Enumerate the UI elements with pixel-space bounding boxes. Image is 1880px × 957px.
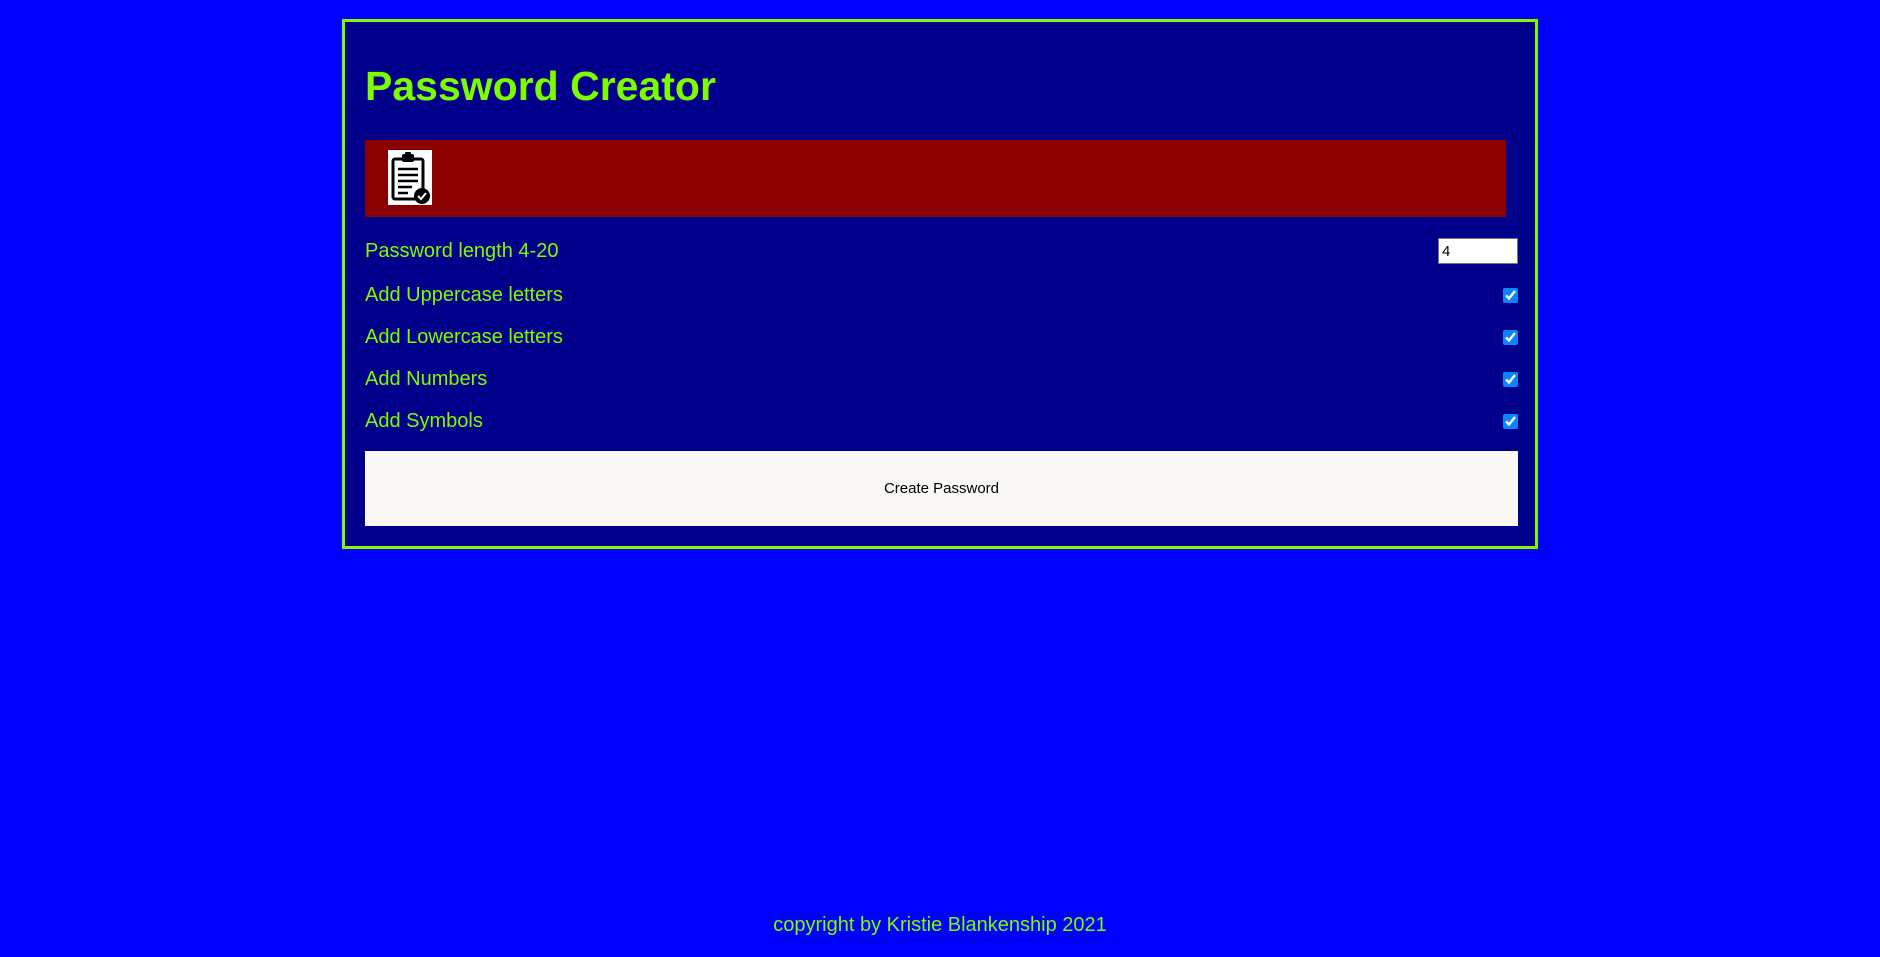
- symbols-checkbox[interactable]: [1503, 413, 1518, 429]
- length-row: Password length 4-20: [365, 236, 1518, 266]
- uppercase-checkbox[interactable]: [1503, 287, 1518, 303]
- clipboard-check-icon: [391, 151, 430, 204]
- page-title: Password Creator: [365, 63, 716, 109]
- lowercase-row: Add Lowercase letters: [365, 322, 1518, 352]
- uppercase-label: Add Uppercase letters: [365, 283, 563, 306]
- lowercase-label: Add Lowercase letters: [365, 325, 563, 348]
- numbers-row: Add Numbers: [365, 364, 1518, 394]
- symbols-label: Add Symbols: [365, 409, 483, 432]
- lowercase-checkbox[interactable]: [1503, 329, 1518, 345]
- uppercase-row: Add Uppercase letters: [365, 280, 1518, 310]
- footer-copyright: copyright by Kristie Blankenship 2021: [773, 914, 1107, 936]
- password-result-bar: [365, 140, 1506, 217]
- numbers-checkbox[interactable]: [1503, 371, 1518, 387]
- length-label: Password length 4-20: [365, 239, 559, 262]
- password-creator-panel: Password Creator Password length 4-20 4 …: [342, 19, 1538, 549]
- numbers-label: Add Numbers: [365, 367, 488, 390]
- symbols-row: Add Symbols: [365, 406, 1518, 436]
- create-password-button[interactable]: Create Password: [365, 451, 1518, 526]
- copy-to-clipboard-button[interactable]: [388, 150, 432, 205]
- password-length-input[interactable]: [1438, 238, 1518, 264]
